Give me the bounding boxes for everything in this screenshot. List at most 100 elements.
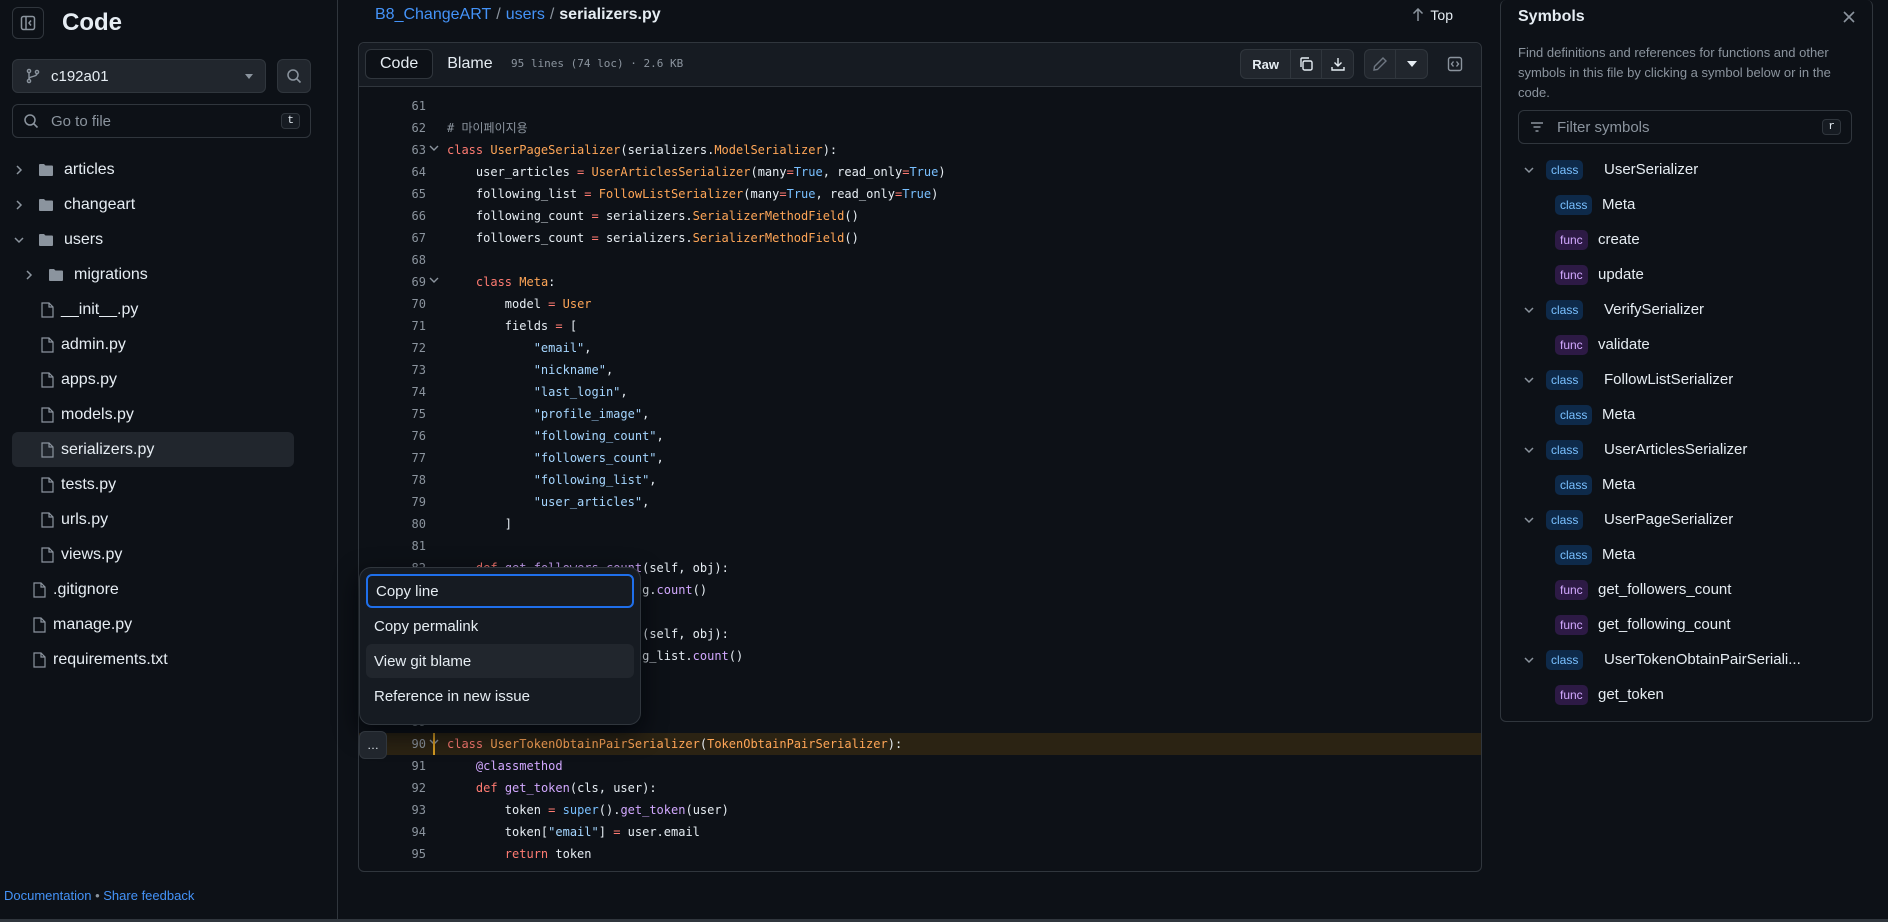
code-line[interactable]: 76 "following_count", bbox=[359, 425, 1481, 447]
chevron-down-icon[interactable] bbox=[1523, 166, 1535, 174]
search-files-button[interactable] bbox=[277, 59, 311, 93]
symbol-item[interactable]: func get_followers_count bbox=[1518, 572, 1858, 607]
code-line[interactable]: 79 "user_articles", bbox=[359, 491, 1481, 513]
code-line[interactable]: 80 ] bbox=[359, 513, 1481, 535]
line-number[interactable]: 72 bbox=[359, 337, 426, 359]
branch-selector[interactable]: c192a01 bbox=[12, 59, 266, 93]
tree-file[interactable]: urls.py bbox=[12, 502, 294, 537]
back-to-top-button[interactable]: Top bbox=[1412, 5, 1453, 25]
tree-folder[interactable]: users bbox=[12, 222, 294, 257]
symbol-item[interactable]: class VerifySerializer bbox=[1518, 292, 1858, 327]
code-line[interactable]: 77 "followers_count", bbox=[359, 447, 1481, 469]
code-line[interactable]: 66 following_count = serializers.Seriali… bbox=[359, 205, 1481, 227]
line-number[interactable]: 74 bbox=[359, 381, 426, 403]
tree-folder[interactable]: changeart bbox=[12, 187, 294, 222]
line-number[interactable]: 61 bbox=[359, 95, 426, 117]
symbol-item[interactable]: class UserSerializer bbox=[1518, 152, 1858, 187]
code-line[interactable]: 63 class UserPageSerializer(serializers.M… bbox=[359, 139, 1481, 161]
code-line[interactable]: 94 token["email"] = user.email bbox=[359, 821, 1481, 843]
code-line[interactable]: 92 def get_token(cls, user): bbox=[359, 777, 1481, 799]
chevron-down-icon[interactable] bbox=[13, 234, 25, 246]
code-line[interactable]: 93 token = super().get_token(user) bbox=[359, 799, 1481, 821]
line-number[interactable]: 65 bbox=[359, 183, 426, 205]
raw-button[interactable]: Raw bbox=[1241, 50, 1291, 78]
collapse-sidebar-button[interactable] bbox=[12, 7, 44, 39]
tree-file[interactable]: manage.py bbox=[12, 607, 294, 642]
line-number[interactable]: 93 bbox=[359, 799, 426, 821]
symbol-item[interactable]: func get_following_count bbox=[1518, 607, 1858, 642]
tab-blame[interactable]: Blame bbox=[433, 49, 506, 79]
line-number[interactable]: 77 bbox=[359, 447, 426, 469]
close-symbols-button[interactable] bbox=[1838, 6, 1860, 28]
code-line[interactable]: 65 following_list = FollowListSerializer… bbox=[359, 183, 1481, 205]
line-number[interactable]: 94 bbox=[359, 821, 426, 843]
code-line[interactable]: 90 class UserTokenObtainPairSerializer(To… bbox=[359, 733, 1481, 755]
code-line[interactable]: 78 "following_list", bbox=[359, 469, 1481, 491]
fold-chevron-icon[interactable] bbox=[429, 139, 441, 161]
line-number[interactable]: 63 bbox=[359, 139, 426, 161]
line-actions-button[interactable]: … bbox=[359, 731, 387, 759]
symbol-item[interactable]: class Meta bbox=[1518, 537, 1858, 572]
line-number[interactable]: 73 bbox=[359, 359, 426, 381]
fold-chevron-icon[interactable] bbox=[429, 733, 441, 755]
share-feedback-link[interactable]: Share feedback bbox=[103, 888, 194, 903]
code-line[interactable]: 91 @classmethod bbox=[359, 755, 1481, 777]
tree-file[interactable]: models.py bbox=[12, 397, 294, 432]
chevron-right-icon[interactable] bbox=[13, 199, 25, 211]
filter-symbols-field[interactable]: r bbox=[1518, 110, 1852, 144]
line-number[interactable]: 79 bbox=[359, 491, 426, 513]
filter-symbols-input[interactable] bbox=[1557, 118, 1817, 136]
code-line[interactable]: 81 bbox=[359, 535, 1481, 557]
tree-folder[interactable]: migrations bbox=[12, 257, 294, 292]
menu-item-reference-in-new-issue[interactable]: Reference in new issue bbox=[366, 679, 634, 713]
tree-file[interactable]: serializers.py bbox=[12, 432, 294, 467]
line-number[interactable]: 69 bbox=[359, 271, 426, 293]
code-line[interactable]: 70 model = User bbox=[359, 293, 1481, 315]
tree-file[interactable]: apps.py bbox=[12, 362, 294, 397]
symbol-item[interactable]: class UserArticlesSerializer bbox=[1518, 432, 1858, 467]
symbol-item[interactable]: class Meta bbox=[1518, 467, 1858, 502]
tree-file[interactable]: requirements.txt bbox=[12, 642, 294, 677]
download-button[interactable] bbox=[1322, 50, 1353, 78]
line-number[interactable]: 95 bbox=[359, 843, 426, 865]
line-number[interactable]: 62 bbox=[359, 117, 426, 139]
tab-code[interactable]: Code bbox=[365, 49, 434, 79]
breadcrumb-folder-link[interactable]: users bbox=[506, 6, 545, 24]
fold-chevron-icon[interactable] bbox=[429, 271, 441, 293]
symbol-item[interactable]: class Meta bbox=[1518, 397, 1858, 432]
tree-file[interactable]: .gitignore bbox=[12, 572, 294, 607]
menu-item-copy-permalink[interactable]: Copy permalink bbox=[366, 609, 634, 643]
code-line[interactable]: 71 fields = [ bbox=[359, 315, 1481, 337]
symbol-item[interactable]: func create bbox=[1518, 222, 1858, 257]
symbol-item[interactable]: class Meta bbox=[1518, 187, 1858, 222]
code-line[interactable]: 74 "last_login", bbox=[359, 381, 1481, 403]
symbols-panel-toggle[interactable] bbox=[1439, 50, 1470, 78]
go-to-file-input[interactable] bbox=[51, 112, 271, 130]
tree-file[interactable]: tests.py bbox=[12, 467, 294, 502]
chevron-right-icon[interactable] bbox=[13, 164, 25, 176]
code-line[interactable]: 75 "profile_image", bbox=[359, 403, 1481, 425]
code-line[interactable]: 61 bbox=[359, 95, 1481, 117]
line-number[interactable]: 70 bbox=[359, 293, 426, 315]
line-number[interactable]: 68 bbox=[359, 249, 426, 271]
code-line[interactable]: 68 bbox=[359, 249, 1481, 271]
line-number[interactable]: 75 bbox=[359, 403, 426, 425]
edit-file-button[interactable] bbox=[1365, 50, 1396, 78]
line-number[interactable]: 92 bbox=[359, 777, 426, 799]
chevron-down-icon[interactable] bbox=[1523, 376, 1535, 384]
symbol-item[interactable]: class UserTokenObtainPairSeriali... bbox=[1518, 642, 1858, 677]
line-number[interactable]: 71 bbox=[359, 315, 426, 337]
symbol-item[interactable]: class FollowListSerializer bbox=[1518, 362, 1858, 397]
breadcrumb-repo-link[interactable]: B8_ChangeART bbox=[375, 6, 491, 24]
menu-item-copy-line[interactable]: Copy line bbox=[366, 574, 634, 608]
edit-options-dropdown[interactable] bbox=[1396, 50, 1427, 78]
copy-raw-button[interactable] bbox=[1291, 50, 1322, 78]
go-to-file-field[interactable]: t bbox=[12, 104, 311, 138]
chevron-down-icon[interactable] bbox=[1523, 516, 1535, 524]
chevron-right-icon[interactable] bbox=[23, 269, 35, 281]
line-number[interactable]: 67 bbox=[359, 227, 426, 249]
line-number[interactable]: 81 bbox=[359, 535, 426, 557]
symbol-item[interactable]: func get_token bbox=[1518, 677, 1858, 712]
code-line[interactable]: 69 class Meta: bbox=[359, 271, 1481, 293]
code-line[interactable]: 62 # 마이페이지용 bbox=[359, 117, 1481, 139]
